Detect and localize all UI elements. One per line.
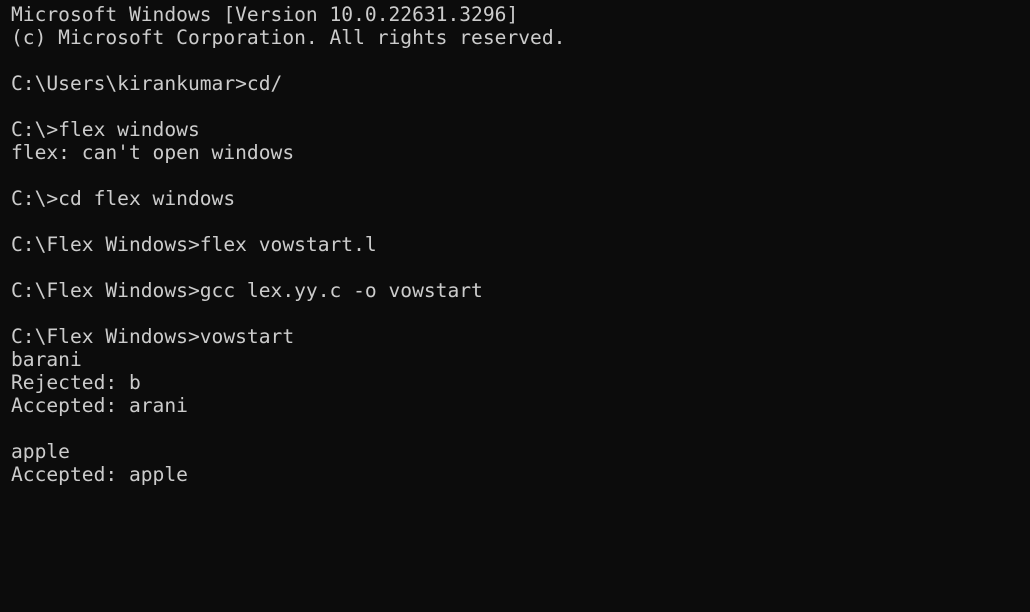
terminal-line-input-apple: apple xyxy=(11,440,70,463)
terminal-line-copyright: (c) Microsoft Corporation. All rights re… xyxy=(11,26,566,49)
terminal-line-prompt-cd-root: C:\Users\kirankumar>cd/ xyxy=(11,72,283,95)
terminal-line-input-barani: barani xyxy=(11,348,82,371)
terminal-line-prompt-cd-flex-windows: C:\>cd flex windows xyxy=(11,187,236,210)
terminal-line-prompt-vowstart: C:\Flex Windows>vowstart xyxy=(11,325,295,348)
terminal-line-error-output: flex: can't open windows xyxy=(11,141,295,164)
terminal-line-output-accepted: Accepted: apple xyxy=(11,463,188,486)
terminal-line-output-accepted: Accepted: arani xyxy=(11,394,188,417)
terminal-window[interactable]: Microsoft Windows [Version 10.0.22631.32… xyxy=(0,0,1030,612)
terminal-line-prompt-flex-vowstart: C:\Flex Windows>flex vowstart.l xyxy=(11,233,377,256)
terminal-line-output-rejected: Rejected: b xyxy=(11,371,141,394)
terminal-line-version: Microsoft Windows [Version 10.0.22631.32… xyxy=(11,3,519,26)
terminal-line-prompt-flex-windows: C:\>flex windows xyxy=(11,118,200,141)
terminal-line-prompt-gcc: C:\Flex Windows>gcc lex.yy.c -o vowstart xyxy=(11,279,483,302)
